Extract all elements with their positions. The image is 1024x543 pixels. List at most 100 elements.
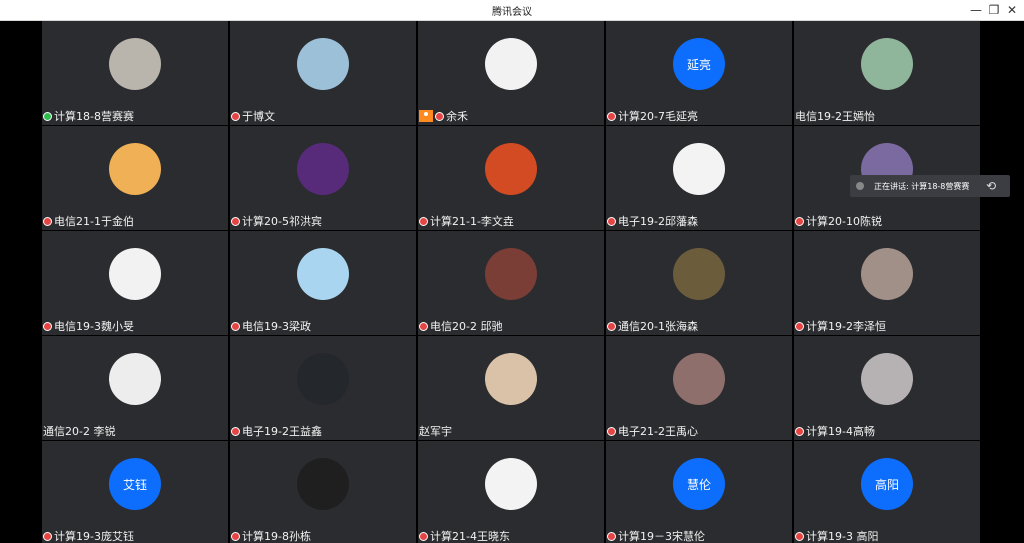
participant-tile[interactable]: 电信19-2王嫣怡 <box>794 21 980 125</box>
participant-name: 赵军宇 <box>419 425 452 438</box>
participant-tile[interactable]: 通信20-1张海森 <box>606 231 792 335</box>
participant-name: 计算21-1-李文垚 <box>430 215 514 228</box>
participant-tile[interactable]: 计算20-5祁洪宾 <box>230 126 416 230</box>
participant-name: 于博文 <box>242 110 275 123</box>
participant-avatar <box>297 143 349 195</box>
mic-muted-icon <box>231 216 240 226</box>
participant-name-bar: 电信20-2 邱驰 <box>419 318 502 334</box>
participant-tile[interactable]: 慧伦 计算19－3宋慧伦 <box>606 441 792 543</box>
participant-tile[interactable]: 电子19-2邱藩森 <box>606 126 792 230</box>
close-button[interactable]: ✕ <box>1004 2 1020 18</box>
participant-name: 计算20-7毛延亮 <box>618 110 698 123</box>
participant-avatar: 延亮 <box>673 38 725 90</box>
speaking-indicator[interactable]: 正在讲话: 计算18-8营赛赛 ⟲ <box>850 175 1010 197</box>
participant-avatar <box>297 353 349 405</box>
participant-tile[interactable]: 电信20-2 邱驰 <box>418 231 604 335</box>
participant-tile[interactable]: 电子21-2王禹心 <box>606 336 792 440</box>
mic-muted-icon <box>419 216 428 226</box>
participant-avatar <box>109 353 161 405</box>
participant-avatar: 高阳 <box>861 458 913 510</box>
participant-tile[interactable]: 艾钰计算19-3庞艾钰 <box>42 441 228 543</box>
mic-muted-icon <box>435 111 444 121</box>
title-bar: 腾讯会议 — ❐ ✕ <box>0 0 1024 21</box>
mic-muted-icon <box>231 111 240 121</box>
participant-name: 电信19-3梁政 <box>242 320 311 333</box>
participant-name: 通信20-1张海森 <box>618 320 698 333</box>
participant-name: 电子19-2王益鑫 <box>242 425 322 438</box>
mic-muted-icon <box>795 531 804 541</box>
participant-name-bar: 计算19－3宋慧伦 <box>607 528 705 543</box>
participant-name: 计算21-4王晓东 <box>430 530 510 543</box>
minimize-button[interactable]: — <box>968 2 984 18</box>
mic-muted-icon <box>607 321 616 331</box>
participant-avatar <box>861 38 913 90</box>
mic-muted-icon <box>795 216 804 226</box>
participant-avatar <box>297 38 349 90</box>
participant-name: 计算20-5祁洪宾 <box>242 215 322 228</box>
participant-name-bar: 计算19-3庞艾钰 <box>43 528 134 543</box>
participant-name-bar: 通信20-2 李锐 <box>43 423 115 439</box>
participant-name: 计算20-10陈锐 <box>806 215 882 228</box>
participant-tile[interactable]: 计算19-8孙栋 <box>230 441 416 543</box>
participant-avatar <box>485 38 537 90</box>
participant-name: 计算19-4高畅 <box>806 425 875 438</box>
participant-tile[interactable]: 通信20-2 李锐 <box>42 336 228 440</box>
participant-avatar <box>485 248 537 300</box>
participant-tile[interactable]: 计算21-4王晓东 <box>418 441 604 543</box>
participant-name-bar: 电信21-1于金伯 <box>43 213 134 229</box>
participant-tile[interactable]: 延亮计算20-7毛延亮 <box>606 21 792 125</box>
mic-muted-icon <box>43 531 52 541</box>
participant-name-bar: 计算20-7毛延亮 <box>607 108 698 124</box>
participant-tile[interactable]: 高阳计算19-3 高阳 <box>794 441 980 543</box>
participant-name-bar: 电子19-2邱藩森 <box>607 213 698 229</box>
participant-tile[interactable]: 电信19-3魏小旻 <box>42 231 228 335</box>
mic-muted-icon <box>607 111 616 121</box>
participant-avatar <box>485 353 537 405</box>
participant-tile[interactable]: 计算19-4高畅 <box>794 336 980 440</box>
mic-muted-icon <box>795 426 804 436</box>
participant-name: 电信19-2王嫣怡 <box>795 110 875 123</box>
participant-tile[interactable]: 电子19-2王益鑫 <box>230 336 416 440</box>
participant-name-bar: 赵军宇 <box>419 423 452 439</box>
participant-tile[interactable]: 计算21-1-李文垚 <box>418 126 604 230</box>
participant-tile[interactable]: 电信19-3梁政 <box>230 231 416 335</box>
participant-avatar <box>673 143 725 195</box>
participant-name-bar: 通信20-1张海森 <box>607 318 698 334</box>
participant-name-bar: 电信19-2王嫣怡 <box>795 108 875 124</box>
participant-avatar <box>485 143 537 195</box>
participant-name: 计算19－3宋慧伦 <box>618 530 705 543</box>
participant-name-bar: 电信19-3梁政 <box>231 318 311 334</box>
participant-tile[interactable]: 于博文 <box>230 21 416 125</box>
participant-name: 余禾 <box>446 110 468 123</box>
participant-name: 电信20-2 邱驰 <box>430 320 503 333</box>
mic-muted-icon <box>231 426 240 436</box>
participant-name: 计算18-8营赛赛 <box>54 110 134 123</box>
participant-tile[interactable]: 电信21-1于金伯 <box>42 126 228 230</box>
mic-muted-icon <box>607 531 616 541</box>
participant-avatar <box>673 248 725 300</box>
participant-tile[interactable]: 计算19-2李泽恒 <box>794 231 980 335</box>
collapse-icon[interactable]: ⟲ <box>986 179 996 193</box>
participant-name: 电子21-2王禹心 <box>618 425 698 438</box>
participant-name-bar: 计算20-10陈锐 <box>795 213 882 229</box>
mic-muted-icon <box>231 531 240 541</box>
mic-muted-icon <box>43 216 52 226</box>
participant-avatar <box>297 248 349 300</box>
participant-avatar <box>109 38 161 90</box>
participant-tile[interactable]: 余禾 <box>418 21 604 125</box>
participant-name-bar: 计算18-8营赛赛 <box>43 108 134 124</box>
user-icon <box>419 110 433 122</box>
participant-avatar <box>485 458 537 510</box>
participant-name-bar: 电子19-2王益鑫 <box>231 423 322 439</box>
participant-avatar <box>109 143 161 195</box>
participant-tile[interactable]: 赵军宇 <box>418 336 604 440</box>
restore-button[interactable]: ❐ <box>986 2 1002 18</box>
participant-name: 计算19-2李泽恒 <box>806 320 886 333</box>
participant-name: 计算19-3 高阳 <box>806 530 879 543</box>
participant-avatar <box>861 353 913 405</box>
participant-tile[interactable]: 计算18-8营赛赛 <box>42 21 228 125</box>
participant-avatar <box>297 458 349 510</box>
participant-name: 通信20-2 李锐 <box>43 425 116 438</box>
participant-name-bar: 计算19-4高畅 <box>795 423 875 439</box>
participant-avatar: 艾钰 <box>109 458 161 510</box>
